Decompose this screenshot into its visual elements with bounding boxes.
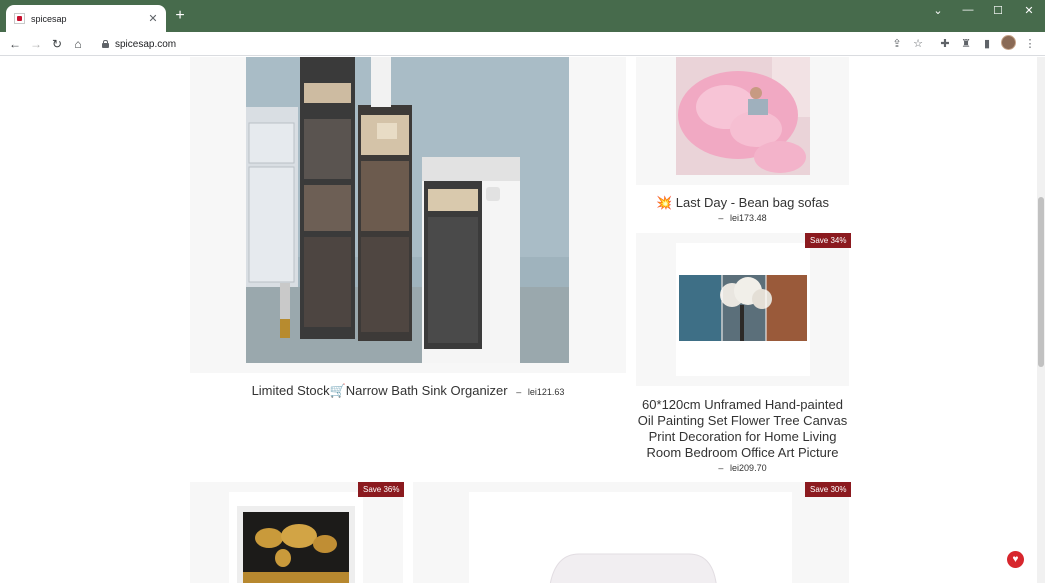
product-title-painting[interactable]: 60*120cm Unframed Hand-painted Oil Paint… xyxy=(636,397,849,461)
forward-icon[interactable]: → xyxy=(28,36,44,52)
tab-title: spicesap xyxy=(31,13,67,24)
address-bar[interactable]: spicesap.com xyxy=(94,34,930,54)
product-image-map[interactable] xyxy=(229,492,363,583)
maximize-icon[interactable]: ☐ xyxy=(988,4,1008,18)
profile-avatar[interactable] xyxy=(1001,35,1016,50)
discount-badge: Save 34% xyxy=(805,233,852,248)
chat-widget-icon[interactable]: ♥ xyxy=(1007,551,1024,568)
product-name[interactable]: 💥 Last Day - Bean bag sofas xyxy=(656,195,829,210)
product-price: lei121.63 xyxy=(527,387,565,397)
product-image-organizer[interactable] xyxy=(246,57,569,363)
share-icon[interactable]: ⇪ xyxy=(889,36,905,52)
product-price-row-painting: – lei209.70 xyxy=(636,459,849,476)
price-separator: – xyxy=(718,463,724,473)
beanbag-photo xyxy=(676,57,810,175)
discount-badge: Save 30% xyxy=(805,482,852,497)
product-image-beanbag[interactable] xyxy=(676,57,810,175)
product-price: lei209.70 xyxy=(730,463,767,473)
organizer-photo xyxy=(246,57,569,363)
favicon-icon xyxy=(14,13,25,24)
extensions-icon[interactable]: ✚ xyxy=(937,36,953,52)
menu-icon[interactable]: ⋮ xyxy=(1022,36,1038,52)
new-tab-button[interactable]: + xyxy=(172,8,188,24)
back-icon[interactable]: ← xyxy=(7,36,23,52)
chevron-down-icon[interactable]: ⌄ xyxy=(928,4,948,18)
star-icon[interactable]: ☆ xyxy=(910,36,926,52)
lock-icon[interactable] xyxy=(102,40,109,48)
product-name[interactable]: 60*120cm Unframed Hand-painted Oil Paint… xyxy=(638,397,848,460)
extension-tool-icon[interactable]: ♜ xyxy=(958,36,974,52)
browser-toolbar: ← → ↻ ⌂ spicesap.com ⇪ ☆ ✚ ♜ ▮ ⋮ xyxy=(0,32,1045,56)
page-scrollbar[interactable] xyxy=(1037,57,1045,583)
close-icon[interactable]: ✕ xyxy=(1019,4,1039,18)
discount-badge: Save 36% xyxy=(358,482,405,497)
product-image-fifth[interactable] xyxy=(469,492,792,583)
browser-titlebar: spicesap ✕ + ⌄ — ☐ ✕ xyxy=(0,0,1045,32)
fifth-photo xyxy=(469,492,792,583)
url-text[interactable]: spicesap.com xyxy=(115,39,176,50)
product-image-painting[interactable] xyxy=(676,243,810,376)
sidepanel-icon[interactable]: ▮ xyxy=(979,36,995,52)
scrollbar-thumb[interactable] xyxy=(1038,197,1044,367)
product-title-organizer[interactable]: Limited Stock🛒Narrow Bath Sink Organizer… xyxy=(190,383,626,400)
reload-icon[interactable]: ↻ xyxy=(49,36,65,52)
map-photo xyxy=(229,492,363,583)
page-content: Limited Stock🛒Narrow Bath Sink Organizer… xyxy=(0,57,1045,583)
product-price-row-beanbag: – lei173.48 xyxy=(636,209,849,226)
product-name[interactable]: Limited Stock🛒Narrow Bath Sink Organizer xyxy=(252,383,508,398)
tab-close-icon[interactable]: ✕ xyxy=(146,12,160,25)
home-icon[interactable]: ⌂ xyxy=(70,36,86,52)
minimize-icon[interactable]: — xyxy=(958,4,978,18)
browser-tab[interactable]: spicesap ✕ xyxy=(6,5,166,32)
product-price: lei173.48 xyxy=(730,213,767,223)
price-separator: – xyxy=(516,387,522,397)
price-separator: – xyxy=(718,213,724,223)
painting-photo xyxy=(676,243,810,376)
